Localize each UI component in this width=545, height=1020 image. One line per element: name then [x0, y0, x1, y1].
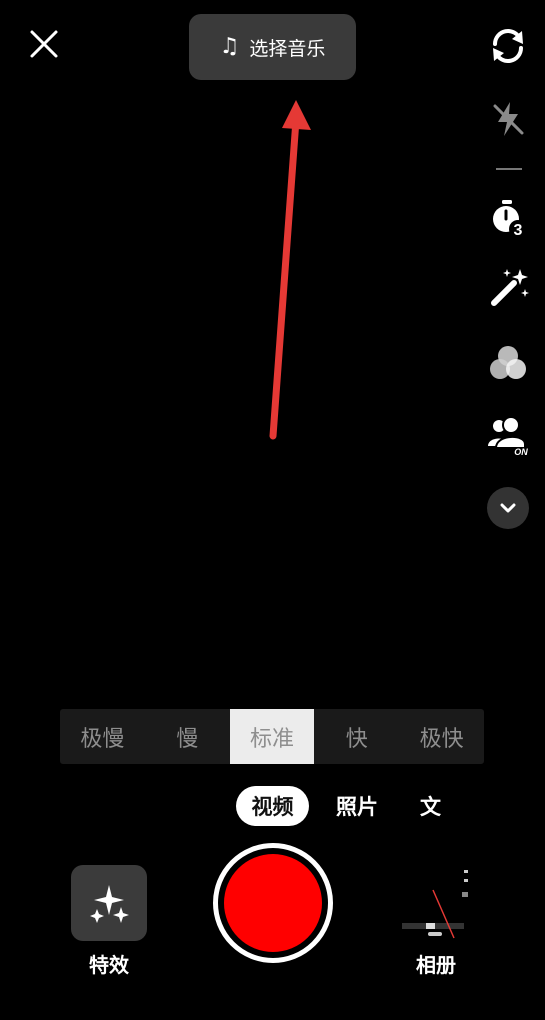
- speed-option-fast[interactable]: 快: [314, 709, 399, 764]
- filter-button[interactable]: [487, 342, 529, 384]
- duet-badge: ON: [514, 447, 528, 456]
- close-icon: [30, 30, 58, 58]
- speed-option-normal[interactable]: 标准: [229, 709, 315, 764]
- timer-icon: 3: [493, 200, 527, 239]
- speed-option-very-slow[interactable]: 极慢: [60, 709, 145, 764]
- select-music-button[interactable]: ♫ 选择音乐: [189, 14, 356, 80]
- effects-button[interactable]: [71, 865, 147, 941]
- duet-button[interactable]: ON: [487, 414, 529, 456]
- mode-tab-video[interactable]: 视频: [236, 786, 309, 826]
- record-button-core: [224, 854, 322, 952]
- speed-selector: 极慢 慢 标准 快 极快: [60, 709, 484, 764]
- chevron-down-icon: [500, 503, 516, 513]
- timer-button[interactable]: 3: [487, 198, 529, 240]
- flash-button[interactable]: [487, 98, 529, 140]
- speed-option-slow[interactable]: 慢: [145, 709, 230, 764]
- flip-camera-icon: [493, 29, 523, 63]
- close-button[interactable]: [26, 26, 62, 62]
- effects-label: 特效: [89, 953, 129, 977]
- music-note-icon: ♫: [219, 34, 240, 59]
- expand-toolbar-button[interactable]: [487, 487, 529, 529]
- sparkle-icon: [90, 885, 129, 923]
- album-thumbnail: [402, 870, 468, 939]
- flash-off-icon: [493, 102, 524, 136]
- record-button[interactable]: [213, 843, 333, 963]
- duet-icon: ON: [488, 416, 528, 456]
- timer-badge: 3: [514, 222, 523, 239]
- speed-option-very-fast[interactable]: 极快: [399, 709, 484, 764]
- select-music-label: 选择音乐: [249, 37, 326, 60]
- mode-tab-text[interactable]: 文: [412, 786, 445, 826]
- album-button[interactable]: [398, 862, 472, 944]
- mode-tab-photo[interactable]: 照片: [328, 786, 386, 826]
- flip-camera-button[interactable]: [487, 25, 529, 67]
- beauty-button[interactable]: [487, 267, 529, 309]
- beauty-wand-icon: [491, 269, 529, 306]
- toolbar-divider: [496, 168, 522, 170]
- album-label: 相册: [416, 953, 456, 977]
- filter-icon: [490, 346, 526, 379]
